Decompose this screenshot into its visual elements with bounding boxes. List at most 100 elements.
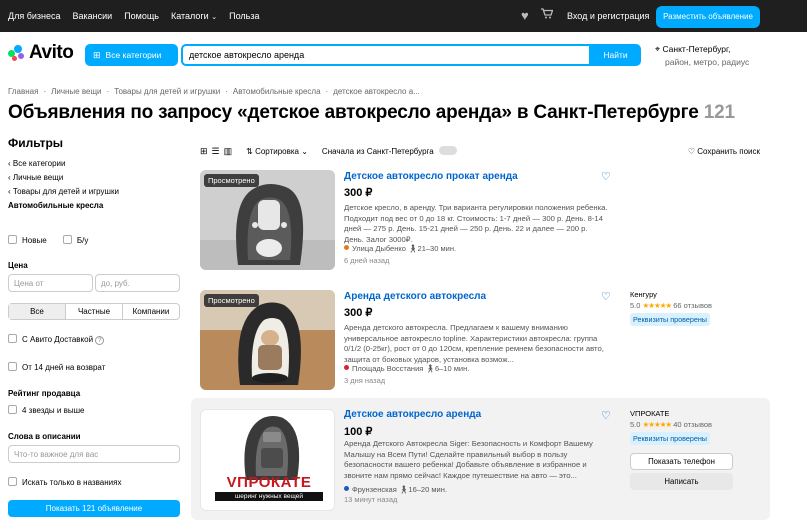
new-label: Новые [22,236,47,245]
save-search-label: Сохранить поиск [697,146,760,156]
seller-rating: 5.0 ★★★★★ 40 отзывов [630,420,712,429]
view-map-icon[interactable]: ▥ [224,146,233,157]
filter-cat-label: Товары для детей и игрушки [12,187,119,196]
listing-title[interactable]: Детское автокресло аренда [344,409,481,420]
location-pin-icon: ⌖ [655,44,661,54]
checkbox-box [8,235,17,244]
metro-dot-icon [344,486,349,491]
logo-dots-icon [8,45,26,61]
reviews-count[interactable]: 66 отзывов [673,301,712,310]
save-search-button[interactable]: ♡ Сохранить поиск [688,147,760,156]
vprokate-logo-main: VПРОКАТЕ [226,474,312,491]
show-phone-button[interactable]: Показать телефон [630,453,733,470]
titles-only-checkbox[interactable]: Искать только в названиях [8,477,121,487]
verified-badge: Реквизиты проверены [630,313,710,326]
from-city-label: Сначала из Санкт-Петербурга [321,147,434,156]
location-sub: район, метро, радиус [665,57,750,67]
listing-title[interactable]: Аренда детского автокресла [344,291,486,302]
breadcrumb-item[interactable]: Личные вещи [51,87,101,96]
walk-icon: 🚶︎ [408,244,418,253]
rating-stars-icon: ★★★★★ [642,301,673,310]
find-button[interactable]: Найти [590,44,641,66]
delivery-label: С Авито Доставкой [22,335,94,344]
breadcrumb-separator: · [43,87,47,96]
viewed-badge: Просмотрено [204,294,259,307]
breadcrumb-item[interactable]: Автомобильные кресла [233,87,321,96]
filter-cat-kids[interactable]: ‹ Товары для детей и игрушки [8,187,183,196]
post-ad-button[interactable]: Разместить объявление [656,6,760,28]
return-checkbox[interactable]: От 14 дней на возврат [8,362,105,372]
top-link-vacancies[interactable]: Вакансии [73,11,113,21]
sort-label: Сортировка [255,146,299,156]
toggle-switch [438,146,457,155]
rating-checkbox[interactable]: 4 звезды и выше [8,405,84,415]
search-input[interactable]: детское автокресло аренда [181,44,591,66]
filter-cat-label: Личные вещи [12,173,64,182]
help-icon[interactable]: ? [95,336,105,345]
view-list-icon[interactable]: ☰ [212,146,220,157]
chevron-left-icon: ‹ [8,159,11,168]
filter-cat-personal[interactable]: ‹ Личные вещи [8,173,183,182]
metro-name: Площадь Восстания [352,364,424,373]
price-label: Цена [8,261,28,270]
titles-only-label: Искать только в названиях [22,478,122,487]
walk-icon: 🚶︎ [425,364,435,373]
location-selector[interactable]: ⌖ Санкт-Петербург, район, метро, радиус [655,43,749,69]
write-message-button[interactable]: Написать [630,473,733,490]
favorite-heart-icon[interactable]: ♡ [601,290,611,303]
logo-text: Avito [29,42,74,63]
filter-cat-current: Автомобильные кресла [8,201,104,210]
top-link-benefit[interactable]: Польза [229,11,259,21]
listing-photo[interactable]: VПРОКАТЕ шеринг нужных вещей [200,409,335,511]
seller-type-private[interactable]: Частные [65,304,122,319]
from-city-toggle[interactable]: Сначала из Санкт-Петербурга [322,146,457,156]
filters-panel: Фильтры ‹ Все категории ‹ Личные вещи ‹ … [8,136,183,215]
price-to-input[interactable]: до, руб. [95,274,180,292]
top-link-catalogs[interactable]: Каталоги ⌄ [171,11,217,21]
listing-card[interactable]: VПРОКАТЕ шеринг нужных вещей Детское авт… [191,398,770,520]
listing-price: 100 ₽ [344,426,373,438]
seller-type-companies[interactable]: Компании [122,304,179,319]
rating-value: 5.0 [630,420,641,429]
favorite-heart-icon[interactable]: ♡ [601,409,611,422]
seller-name[interactable]: Кенгуру [630,290,712,299]
words-label: Слова в описании [8,432,81,441]
favorite-heart-icon[interactable]: ♡ [601,170,611,183]
avito-logo[interactable]: Avito [8,42,74,64]
checkbox-box [62,235,72,244]
all-categories-button[interactable]: ⊞ Все категории [85,44,178,66]
listing-card[interactable]: Просмотрено Аренда детского автокресла ♡… [191,286,770,391]
breadcrumb-item[interactable]: Главная [8,87,38,96]
cart-icon[interactable] [541,8,554,22]
condition-row: Новые Б/у [8,235,88,245]
walk-time: 21–30 мин. [417,244,457,253]
seller-info: Кенгуру 5.0 ★★★★★ 66 отзывов Реквизиты п… [630,290,712,326]
heart-icon[interactable]: ♥ [521,8,529,23]
new-checkbox[interactable]: Новые [8,235,47,245]
listing-photo[interactable]: Просмотрено [200,170,335,270]
sort-icon: ⇅ [246,146,253,156]
listing-card[interactable]: Просмотрено Детское автокресло прокат ар… [191,166,770,276]
listing-date: 6 дней назад [344,256,390,265]
seller-name[interactable]: VПРОКАТЕ [630,409,712,418]
show-results-button[interactable]: Показать 121 объявление [8,500,180,517]
listing-title[interactable]: Детское автокресло прокат аренда [344,171,518,182]
view-grid-icon[interactable]: ⊞ [200,146,208,157]
filter-cat-all[interactable]: ‹ Все категории [8,159,183,168]
price-from-input[interactable]: Цена от [8,274,93,292]
reviews-count[interactable]: 40 отзывов [673,420,712,429]
used-checkbox[interactable]: Б/у [62,235,88,245]
listing-photo[interactable]: Просмотрено [200,290,335,390]
delivery-checkbox[interactable]: С Авито Доставкой ? [8,334,105,345]
sort-dropdown[interactable]: ⇅ Сортировка ⌄ [246,147,308,156]
checkbox-box [8,477,17,486]
chevron-left-icon: ‹ [8,173,11,182]
top-link-help[interactable]: Помощь [124,11,159,21]
chevron-down-icon: ⌄ [211,14,218,21]
login-link[interactable]: Вход и регистрация [567,11,649,21]
breadcrumb-item[interactable]: Товары для детей и игрушки [114,87,220,96]
seller-type-all[interactable]: Все [9,304,65,319]
grid-icon: ⊞ [93,49,101,60]
words-input[interactable]: Что-то важное для вас [8,445,180,463]
top-link-business[interactable]: Для бизнеса [8,11,61,21]
